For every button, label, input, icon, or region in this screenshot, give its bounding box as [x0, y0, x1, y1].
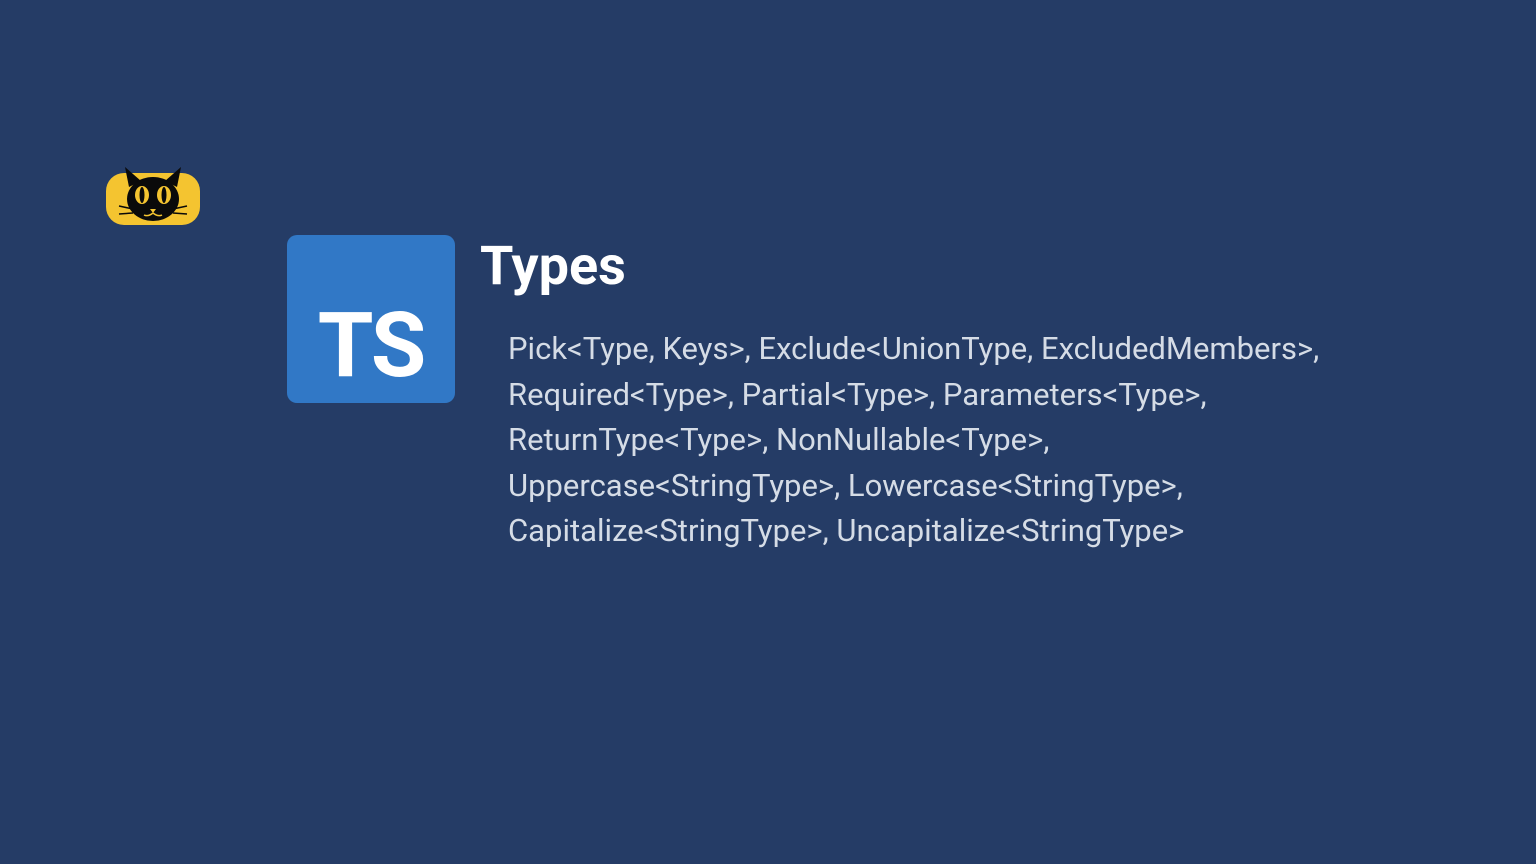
content-block: Types Pick<Type, Keys>, Exclude<UnionTyp… — [480, 235, 1320, 554]
page-title: Types — [480, 235, 1320, 298]
types-list-text: Pick<Type, Keys>, Exclude<UnionType, Exc… — [480, 326, 1320, 554]
typescript-logo-text: TS — [318, 301, 424, 391]
cat-logo-icon — [106, 165, 200, 225]
typescript-logo-icon: TS — [287, 235, 455, 403]
